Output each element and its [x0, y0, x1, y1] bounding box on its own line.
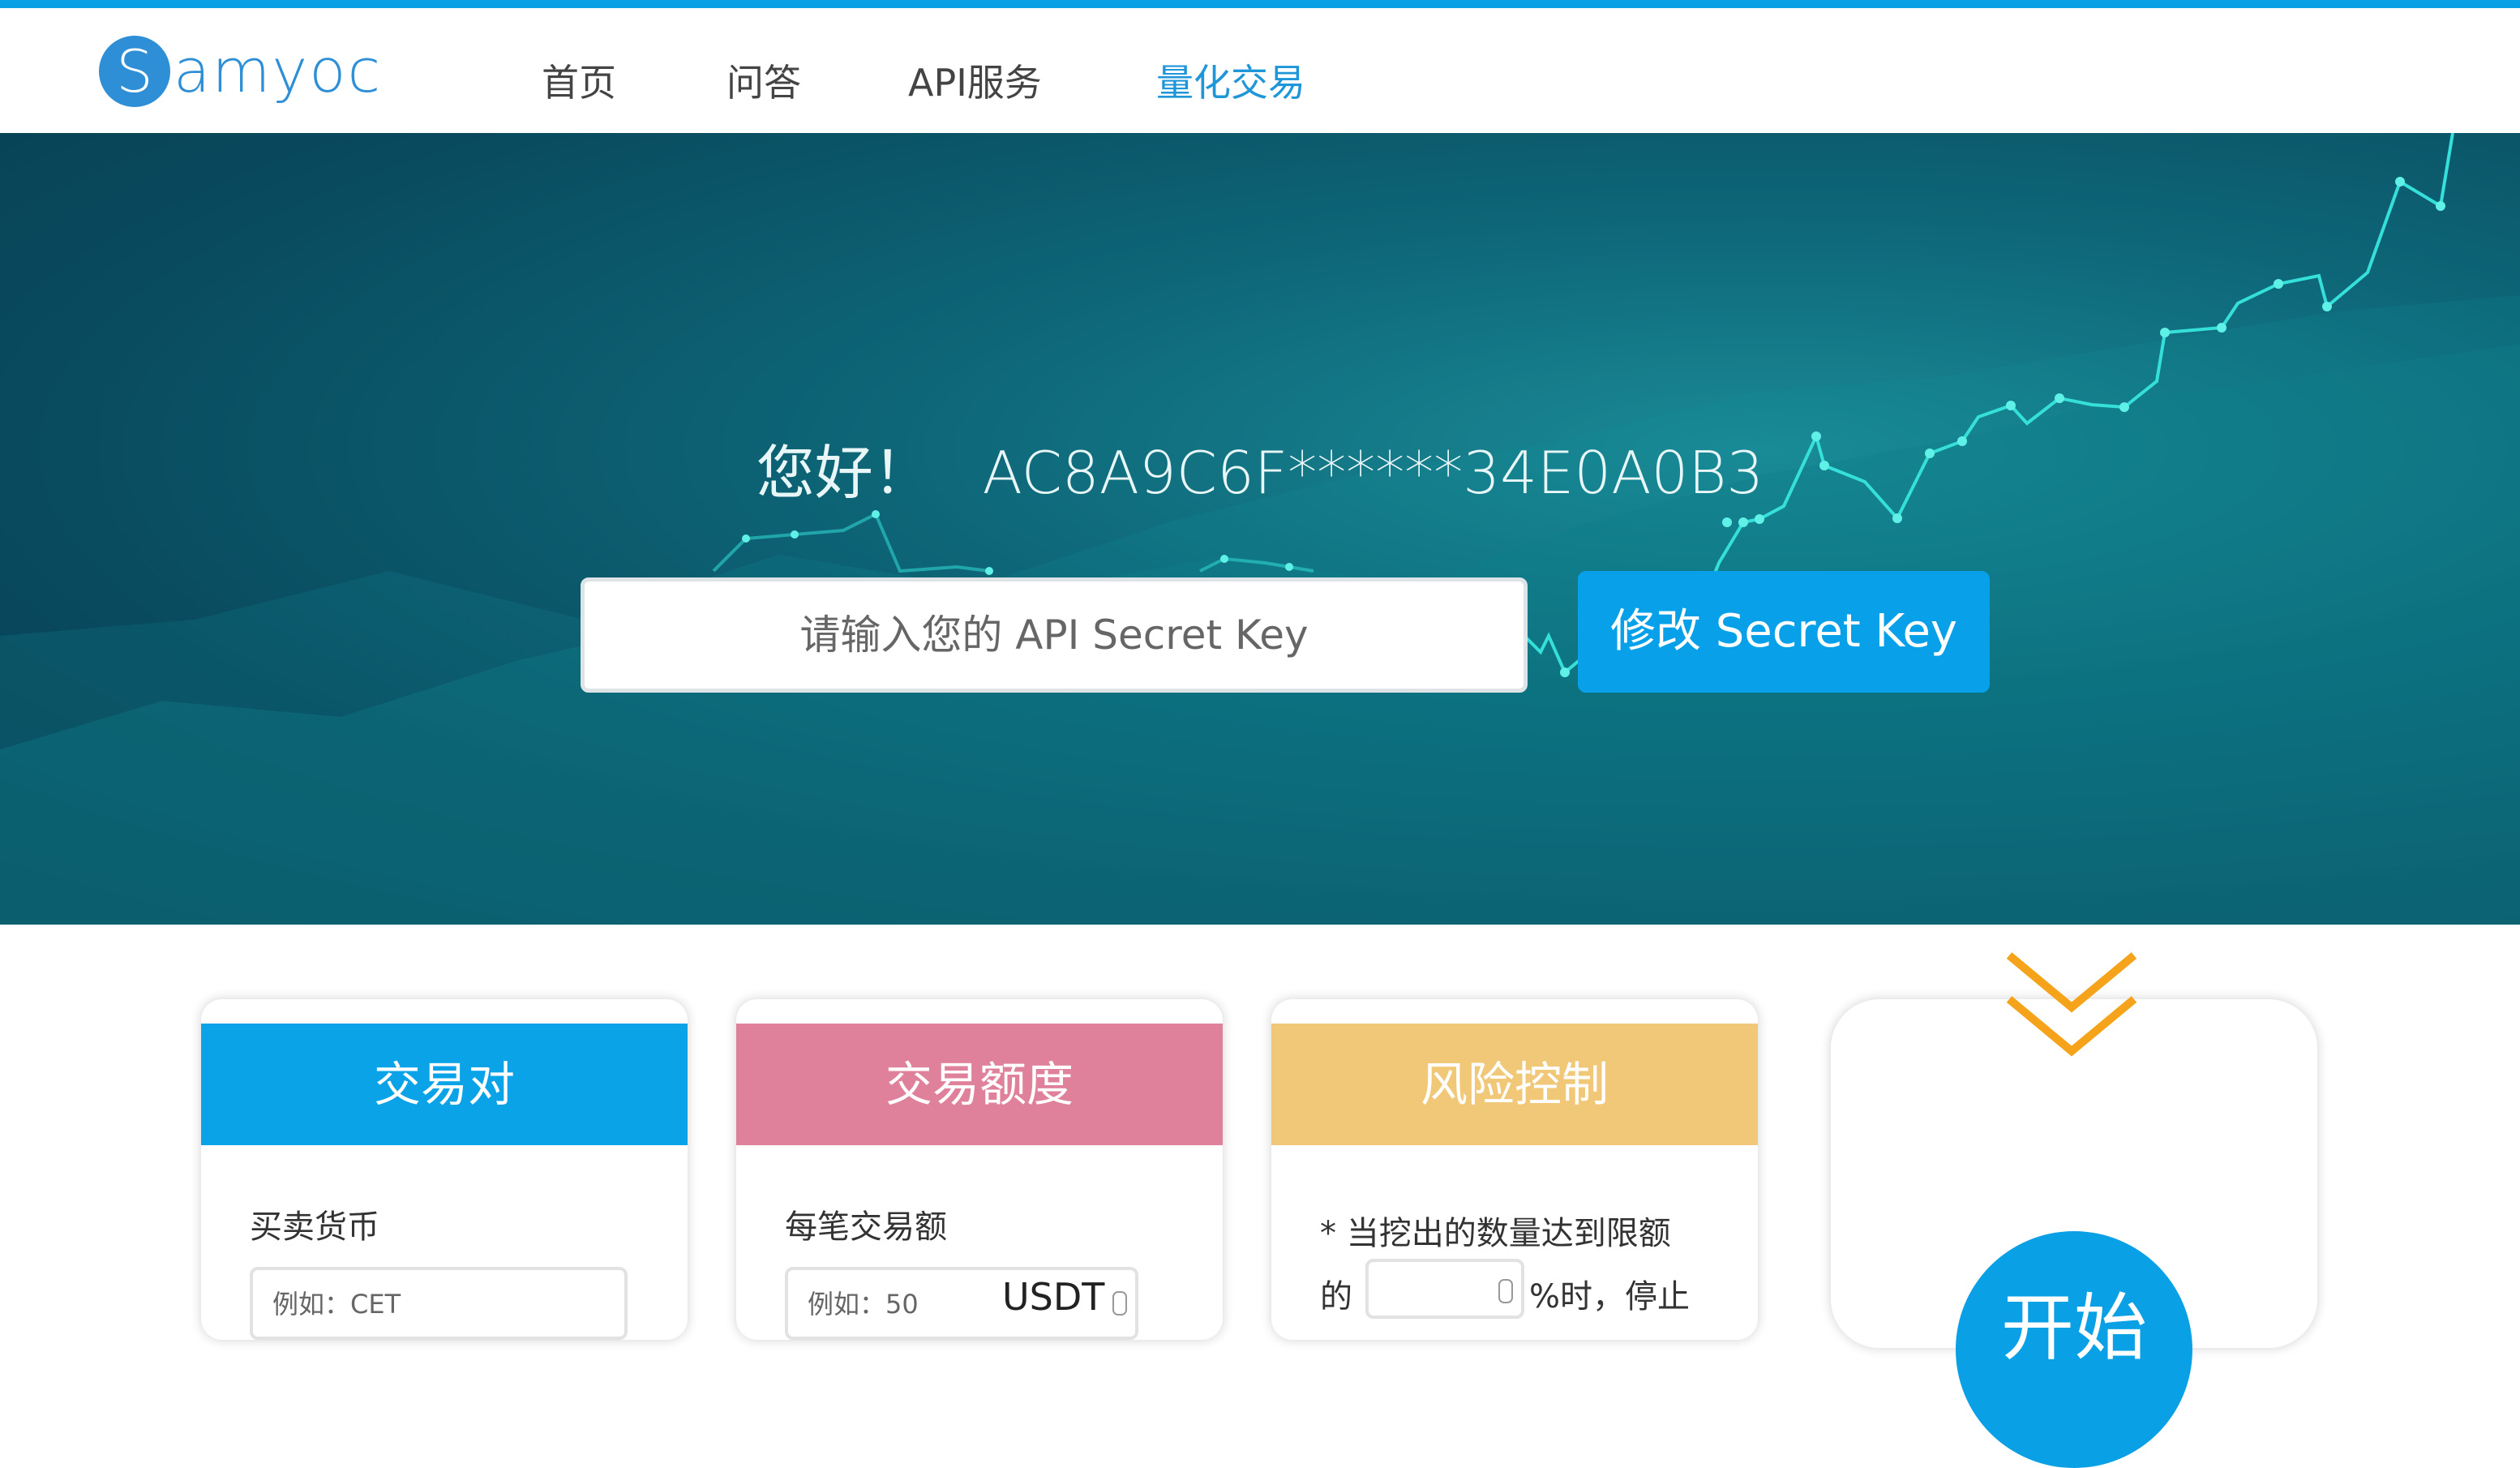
nav-item-home[interactable]: 首页 [542, 54, 616, 107]
card-label: 买卖货币 [250, 1208, 379, 1246]
navbar: S amyoc 首页 问答 API服务 量化交易 [0, 8, 2520, 133]
card-title: 风险控制 [1271, 1024, 1758, 1145]
card-label: * 当挖出的数量达到限额 [1320, 1215, 1671, 1252]
card-trading-amount: 交易额度 每笔交易额 例如：50 USDT [736, 999, 1223, 1340]
chevron-down-icon [2006, 952, 2137, 1057]
card-title: 交易额度 [736, 1024, 1223, 1145]
card-label-suffix: %时，停止 [1529, 1278, 1691, 1316]
logo-mark: S [99, 36, 170, 107]
modify-secret-key-button[interactable]: 修改 Secret Key [1578, 571, 1990, 693]
card-risk-control: 风险控制 * 当挖出的数量达到限额 的 %时，停止 [1271, 999, 1758, 1340]
logo[interactable]: S amyoc [99, 36, 382, 107]
stepper-icon[interactable] [1498, 1279, 1513, 1303]
nav-item-quant-trading[interactable]: 量化交易 [1156, 54, 1305, 107]
secret-key-input[interactable] [581, 577, 1528, 693]
greeting-text: 您好！ [756, 439, 932, 507]
card-label: 每笔交易额 [785, 1208, 947, 1246]
nav-item-api-service[interactable]: API服务 [908, 54, 1042, 107]
card-title: 交易对 [201, 1024, 688, 1145]
api-key-display: AC8A9C6F******34E0A0B3 [982, 439, 1764, 507]
logo-text: amyoc [174, 36, 383, 106]
top-accent-bar [0, 0, 2520, 8]
nav-item-qa[interactable]: 问答 [726, 54, 801, 107]
card-label-prefix: 的 [1320, 1278, 1352, 1316]
currency-input[interactable]: 例如：CET [250, 1267, 628, 1340]
start-button[interactable]: 开始 [1956, 1231, 2192, 1468]
unit-label: USDT [1002, 1275, 1105, 1319]
stepper-icon[interactable] [1112, 1291, 1127, 1316]
greeting-line: 您好！ AC8A9C6F******34E0A0B3 [0, 425, 2520, 510]
card-trading-pair: 交易对 买卖货币 例如：CET [201, 999, 688, 1340]
hero-background-chart [0, 133, 2520, 925]
hero-banner: 您好！ AC8A9C6F******34E0A0B3 修改 Secret Key [0, 133, 2520, 925]
